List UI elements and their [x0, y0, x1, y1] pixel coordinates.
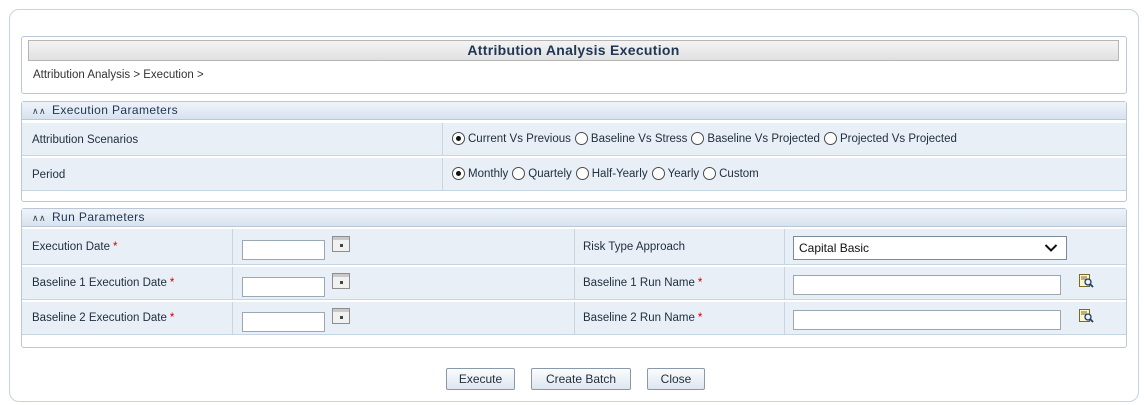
execution-parameters-title: Execution Parameters	[51, 103, 179, 117]
calendar-icon[interactable]	[332, 236, 350, 252]
risk-type-approach-label: Risk Type Approach	[583, 241, 686, 253]
radio-button-selected[interactable]	[452, 132, 465, 145]
radio-button[interactable]	[575, 167, 589, 180]
column-divider	[442, 123, 443, 156]
execution-parameters-section: ∧∧ Execution Parameters Attribution Scena…	[21, 101, 1127, 202]
baseline2-execution-date-input[interactable]	[242, 312, 325, 332]
baseline1-row: Baseline 1 Execution Date * Baseline 1 Ru…	[22, 266, 1126, 300]
required-marker: *	[169, 312, 175, 324]
required-marker: *	[169, 277, 175, 289]
lookup-icon[interactable]	[1079, 274, 1094, 288]
column-divider	[232, 302, 233, 335]
column-divider	[232, 267, 233, 300]
execute-button[interactable]: Execute	[446, 368, 515, 390]
execution-parameters-header[interactable]: ∧∧ Execution Parameters	[22, 102, 1126, 120]
radio-monthly[interactable]: Monthly	[452, 167, 508, 180]
chevron-down-icon	[1044, 244, 1058, 252]
baseline2-execution-date-label: Baseline 2 Execution Date *	[32, 312, 175, 324]
execution-date-row: Execution Date * Risk Type Approach Capit…	[22, 228, 1126, 265]
required-marker: *	[113, 241, 118, 253]
risk-type-approach-select[interactable]: Capital Basic	[793, 236, 1067, 260]
column-divider	[784, 302, 785, 335]
column-divider	[784, 267, 785, 300]
radio-quartely[interactable]: Quartely	[512, 167, 572, 180]
radio-button[interactable]	[823, 132, 837, 145]
radio-custom[interactable]: Custom	[703, 167, 759, 180]
attribution-scenarios-row: Attribution Scenarios Current Vs Previou…	[22, 122, 1126, 156]
radio-button[interactable]	[703, 167, 717, 180]
column-divider	[784, 229, 785, 265]
attribution-scenarios-radio-group: Current Vs Previous Baseline Vs Stress B…	[452, 132, 961, 145]
radio-current-vs-previous[interactable]: Current Vs Previous	[452, 132, 571, 145]
baseline2-row: Baseline 2 Execution Date * Baseline 2 Ru…	[22, 301, 1126, 335]
page-title: Attribution Analysis Execution	[28, 40, 1119, 61]
create-batch-button[interactable]: Create Batch	[531, 368, 631, 390]
baseline1-execution-date-label: Baseline 1 Execution Date *	[32, 277, 175, 289]
chevron-up-double-icon[interactable]: ∧∧	[32, 213, 46, 223]
column-divider	[574, 302, 575, 335]
column-divider	[442, 158, 443, 191]
radio-baseline-vs-stress[interactable]: Baseline Vs Stress	[574, 132, 687, 145]
baseline1-execution-date-input[interactable]	[242, 277, 325, 297]
column-divider	[232, 229, 233, 265]
radio-half-yearly[interactable]: Half-Yearly	[575, 167, 648, 180]
required-marker: *	[697, 312, 703, 324]
radio-yearly[interactable]: Yearly	[651, 167, 699, 180]
attribution-scenarios-label: Attribution Scenarios	[32, 134, 139, 146]
breadcrumb[interactable]: Attribution Analysis > Execution >	[33, 69, 204, 81]
run-parameters-section: ∧∧ Run Parameters Execution Date * Risk Ty…	[21, 208, 1127, 348]
execution-date-input[interactable]	[242, 240, 325, 260]
required-marker: *	[697, 277, 703, 289]
lookup-icon[interactable]	[1079, 309, 1094, 323]
period-radio-group: Monthly Quartely Half-Yearly Yearly Cust…	[452, 167, 763, 180]
radio-button[interactable]	[651, 167, 665, 180]
close-button[interactable]: Close	[647, 368, 705, 390]
radio-button[interactable]	[691, 132, 705, 145]
column-divider	[574, 229, 575, 265]
radio-baseline-vs-projected[interactable]: Baseline Vs Projected	[691, 132, 820, 145]
column-divider	[574, 267, 575, 300]
baseline2-run-name-input[interactable]	[793, 310, 1061, 330]
chevron-up-double-icon[interactable]: ∧∧	[32, 106, 46, 116]
radio-button[interactable]	[574, 132, 588, 145]
radio-button-selected[interactable]	[452, 167, 465, 180]
baseline2-run-name-label: Baseline 2 Run Name *	[583, 312, 703, 324]
period-label: Period	[32, 169, 66, 181]
radio-button[interactable]	[512, 167, 526, 180]
run-parameters-title: Run Parameters	[51, 210, 145, 224]
calendar-icon[interactable]	[332, 308, 350, 324]
run-parameters-header[interactable]: ∧∧ Run Parameters	[22, 209, 1126, 227]
radio-projected-vs-projected[interactable]: Projected Vs Projected	[823, 132, 957, 145]
baseline1-run-name-input[interactable]	[793, 275, 1061, 295]
period-row: Period Monthly Quartely Half-Yearly Year…	[22, 157, 1126, 191]
calendar-icon[interactable]	[332, 273, 350, 289]
baseline1-run-name-label: Baseline 1 Run Name *	[583, 277, 703, 289]
execution-date-label: Execution Date *	[32, 241, 118, 253]
